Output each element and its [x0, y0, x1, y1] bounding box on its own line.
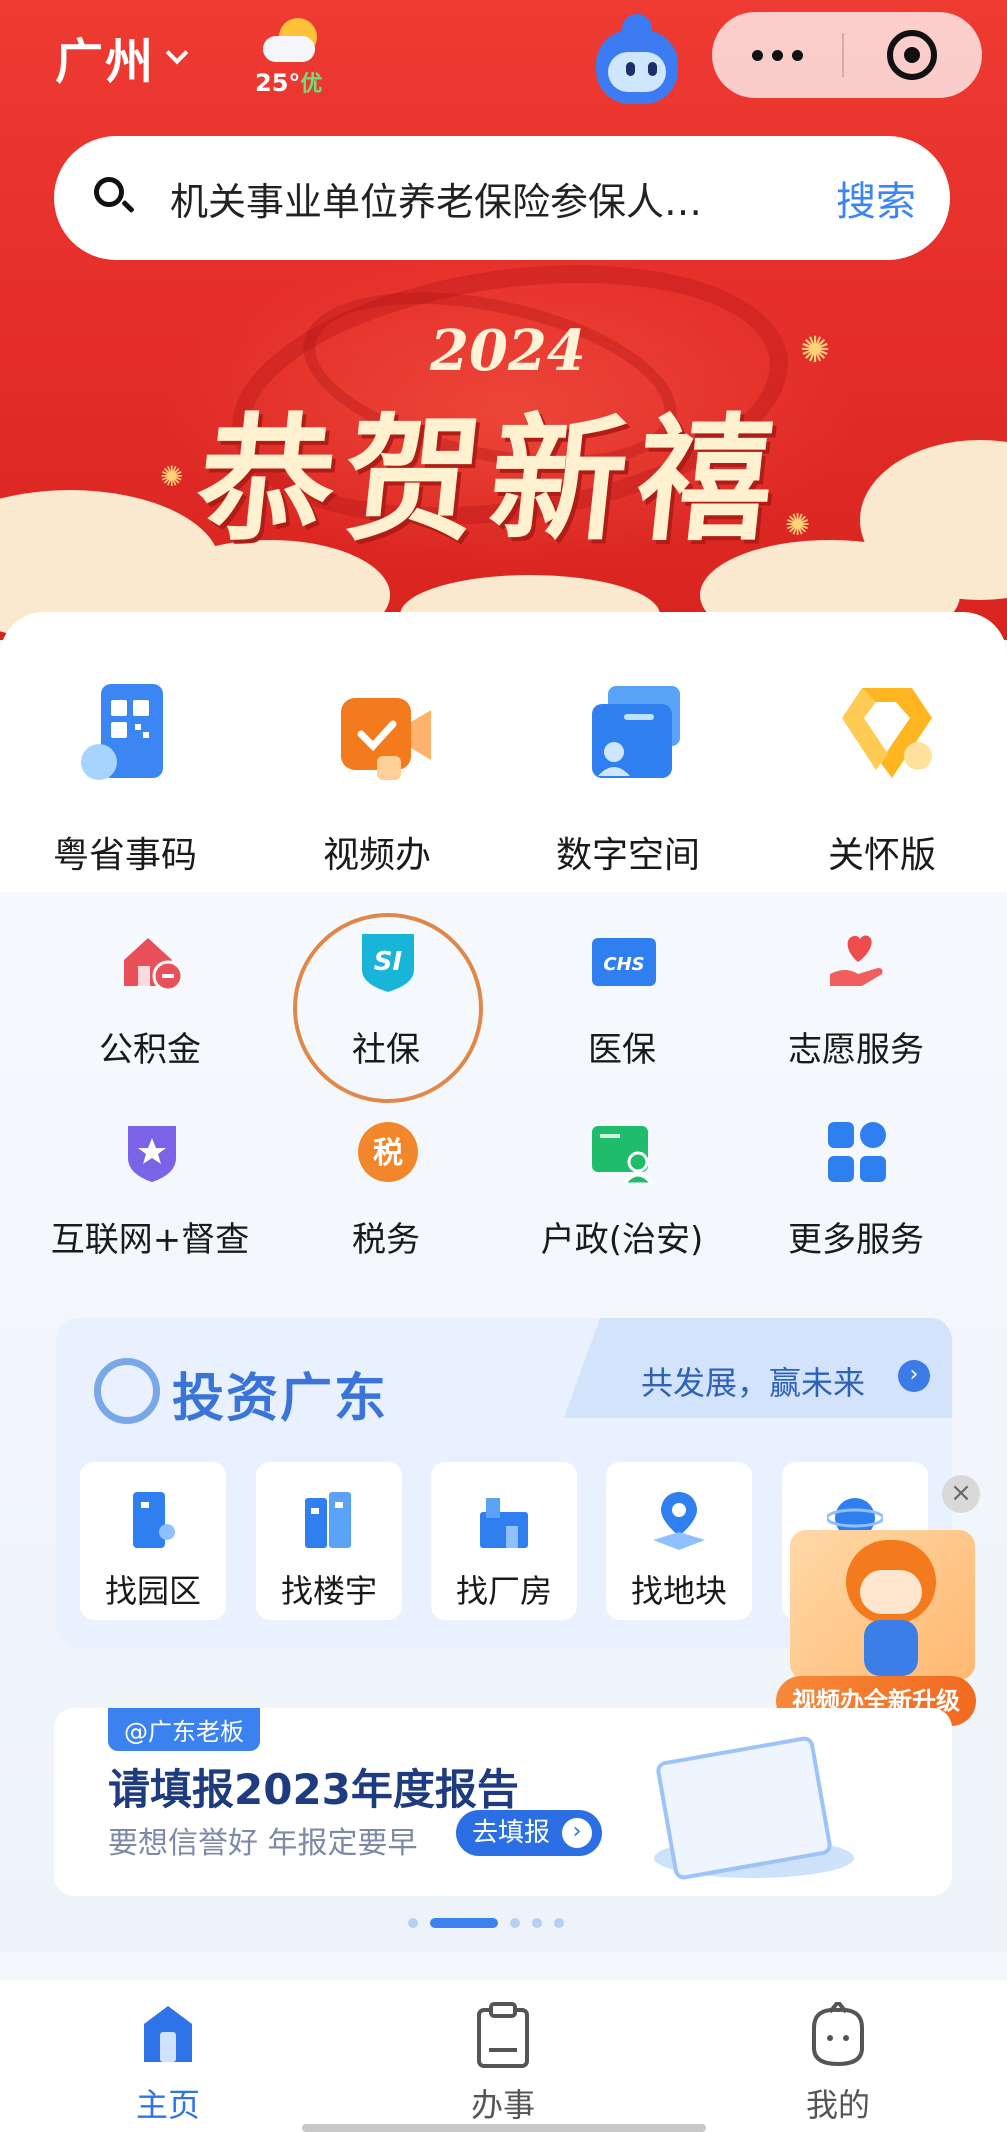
- profile-mascot-icon: [812, 2002, 864, 2067]
- miniprogram-capsule: [712, 12, 982, 98]
- housing-fund-icon: [124, 938, 184, 992]
- qr-code-icon: [81, 684, 163, 780]
- carousel-indicator: [408, 1918, 564, 1928]
- city-selector[interactable]: 广州: [55, 22, 189, 92]
- more-options-icon[interactable]: [712, 49, 842, 61]
- weather-widget[interactable]: 25°优: [255, 14, 335, 97]
- video-mascot-icon[interactable]: [836, 1540, 946, 1680]
- home-indicator: [302, 2124, 706, 2132]
- shield-star-icon: [128, 1126, 176, 1182]
- service-label: 医保: [588, 1030, 656, 1070]
- video-service-icon: [341, 698, 431, 780]
- quick-service-label: 粤省事码: [52, 835, 197, 876]
- chevron-down-icon: [165, 41, 189, 65]
- invest-tile-land[interactable]: 找地块: [606, 1462, 752, 1620]
- chevron-right-icon: ›: [562, 1818, 593, 1848]
- firework-icon: ✺: [160, 460, 184, 493]
- service-label: 户政(治安): [540, 1220, 704, 1260]
- service-label: 税务: [352, 1220, 420, 1260]
- quick-services: 粤省事码 视频办 数字空间 关怀版: [0, 678, 1007, 878]
- clipboard-icon: [477, 2002, 529, 2068]
- quick-service-label: 数字空间: [555, 835, 700, 876]
- id-card-person-icon: [592, 1126, 654, 1184]
- assistant-mascot-icon[interactable]: [588, 7, 686, 106]
- invest-tile-label: 找地块: [630, 1572, 727, 1610]
- promo-title: 请填报2023年度报告: [108, 1765, 519, 1814]
- invest-tile-label: 找厂房: [455, 1572, 552, 1610]
- close-icon[interactable]: ×: [942, 1475, 980, 1513]
- invest-tile-building[interactable]: 找楼宇: [256, 1462, 402, 1620]
- more-services-grid-icon: [828, 1122, 886, 1182]
- bottom-tab-bar: 主页 办事 我的: [0, 1980, 1007, 2132]
- invest-tile-label: 找楼宇: [280, 1572, 377, 1610]
- service-label: 互联网+督查: [50, 1220, 250, 1260]
- service-label: 志愿服务: [788, 1030, 924, 1070]
- weather-temp: 25°优: [255, 69, 323, 97]
- search-bar[interactable]: 机关事业单位养老保险参保人… 搜索: [54, 136, 950, 260]
- service-label: 更多服务: [788, 1220, 924, 1260]
- air-quality: 优: [300, 72, 323, 97]
- volunteer-heart-icon: [830, 935, 883, 986]
- tax-icon: 税: [358, 1122, 418, 1182]
- svg-text:CHS: CHS: [603, 954, 644, 975]
- medical-insurance-icon: CHS: [592, 938, 656, 986]
- fill-report-button[interactable]: 去填报 ›: [456, 1810, 603, 1856]
- invest-logo-icon: [94, 1358, 160, 1424]
- tab-label: 办事: [470, 2086, 535, 2124]
- social-security-icon: SI: [362, 934, 414, 992]
- home-icon: [144, 2006, 192, 2062]
- annual-report-banner[interactable]: @广东老板 请填报2023年度报告 要想信誉好 年报定要早 去填报 ›: [54, 1708, 952, 1896]
- factory-icon: [480, 1498, 528, 1548]
- invest-title: 投资广东: [172, 1369, 389, 1429]
- office-building-icon: [305, 1492, 351, 1548]
- quick-service-label: 视频办: [322, 835, 431, 876]
- firework-icon: ✺: [785, 508, 811, 543]
- banner-title: 恭贺新禧: [190, 400, 792, 560]
- svg-text:SI: SI: [374, 947, 403, 977]
- search-button[interactable]: 搜索: [836, 169, 916, 227]
- invest-tile-label: 找园区: [104, 1572, 201, 1610]
- chevron-right-icon[interactable]: ›: [898, 1360, 930, 1392]
- service-label: 社保: [352, 1030, 420, 1070]
- quick-service-label: 关怀版: [827, 835, 936, 876]
- industrial-park-icon: [133, 1492, 175, 1548]
- firework-icon: ✺: [800, 330, 831, 371]
- tab-label: 主页: [135, 2086, 200, 2124]
- promo-tag: @广东老板: [108, 1708, 260, 1751]
- land-location-icon: [653, 1492, 705, 1550]
- service-label: 公积金: [99, 1030, 201, 1070]
- search-input[interactable]: 机关事业单位养老保险参保人…: [170, 171, 816, 226]
- digital-space-icon: [592, 686, 680, 778]
- search-icon: [94, 177, 136, 219]
- promo-subtitle: 要想信誉好 年报定要早: [108, 1826, 418, 1861]
- tab-label: 我的: [805, 2086, 870, 2124]
- cloud-icon: [263, 36, 315, 62]
- invest-tile-park[interactable]: 找园区: [80, 1462, 226, 1620]
- close-miniprogram-icon[interactable]: [844, 30, 980, 80]
- invest-slogan-link[interactable]: 共发展，赢未来: [641, 1358, 865, 1404]
- city-name: 广州: [55, 34, 156, 90]
- care-ribbon-icon: [842, 688, 932, 778]
- svg-text:税: 税: [373, 1136, 403, 1171]
- invest-tile-factory[interactable]: 找厂房: [431, 1462, 577, 1620]
